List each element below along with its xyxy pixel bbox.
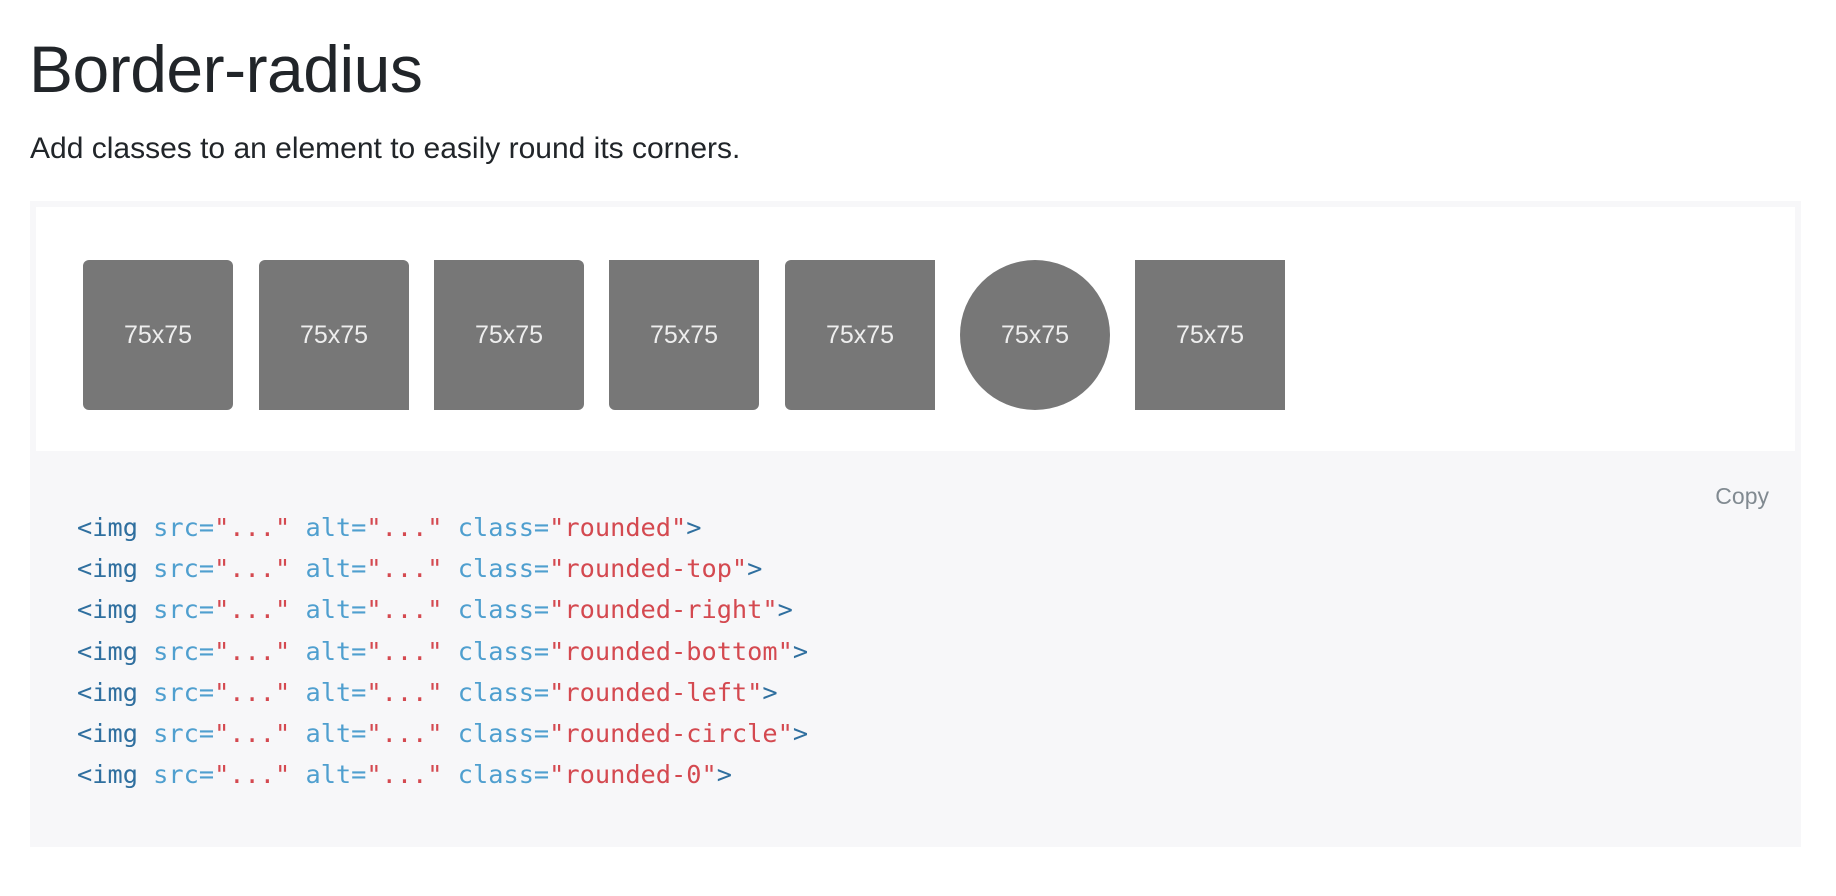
code-attr-src: src=: [137, 760, 215, 790]
code-tag-close: >: [777, 595, 793, 625]
code-tag-close: >: [792, 636, 809, 666]
code-val-class: "rounded-0": [549, 760, 717, 790]
code-line: <img src="..." alt="..." class="rounded-…: [77, 713, 808, 754]
thumbnail-rounded-0: 75x75: [1135, 260, 1285, 410]
thumbnail-rounded-bottom: 75x75: [609, 260, 759, 410]
code-attr-class: class=: [442, 554, 550, 584]
code-val-alt: "...": [366, 760, 443, 790]
code-tag-open: <img: [77, 595, 138, 625]
code-tag-close: >: [747, 554, 763, 584]
code-val-class: "rounded": [549, 513, 687, 542]
code-tag-open: <img: [77, 513, 138, 542]
code-attr-class: class=: [442, 718, 550, 748]
code-line: <img src="..." alt="..." class="rounded-…: [77, 548, 808, 589]
code-val-src: "...": [214, 677, 291, 707]
thumbnail-rounded: 75x75: [83, 260, 233, 410]
code-attr-class: class=: [442, 595, 550, 625]
code-val-class: "rounded-top": [549, 554, 748, 584]
code-val-class: "rounded-circle": [549, 718, 793, 748]
code-val-alt: "...": [366, 595, 443, 625]
code-attr-alt: alt=: [290, 554, 367, 584]
code-tag-open: <img: [77, 554, 138, 584]
code-val-class: "rounded-right": [549, 595, 778, 625]
code-attr-alt: alt=: [290, 513, 367, 542]
code-val-src: "...": [214, 595, 291, 625]
code-tag-open: <img: [77, 760, 138, 790]
code-attr-alt: alt=: [290, 718, 367, 748]
thumbnail-rounded-left: 75x75: [785, 260, 935, 410]
code-tag-close: >: [686, 513, 702, 542]
code-block: <img src="..." alt="..." class="rounded"…: [77, 507, 808, 795]
code-val-alt: "...": [366, 718, 443, 748]
code-val-alt: "...": [366, 554, 443, 584]
code-attr-class: class=: [442, 636, 550, 666]
code-attr-src: src=: [137, 513, 215, 542]
code-tag-close: >: [792, 718, 809, 748]
page-title: Border-radius: [29, 32, 423, 106]
code-val-alt: "...": [366, 636, 443, 666]
code-attr-alt: alt=: [290, 760, 367, 790]
code-line: <img src="..." alt="..." class="rounded-…: [77, 754, 808, 795]
code-attr-src: src=: [137, 554, 215, 584]
code-attr-src: src=: [137, 595, 215, 625]
code-val-class: "rounded-left": [549, 677, 763, 707]
code-line: <img src="..." alt="..." class="rounded-…: [77, 589, 808, 630]
code-attr-src: src=: [137, 718, 215, 748]
code-val-src: "...": [214, 513, 291, 542]
code-attr-class: class=: [442, 513, 550, 542]
copy-button[interactable]: Copy: [1715, 483, 1769, 510]
thumbnail-rounded-top: 75x75: [259, 260, 409, 410]
code-val-src: "...": [214, 718, 291, 748]
code-val-src: "...": [214, 760, 291, 790]
code-tag-open: <img: [77, 677, 138, 707]
thumbnail-rounded-circle: 75x75: [960, 260, 1110, 410]
code-panel: Copy <img src="..." alt="..." class="rou…: [30, 451, 1801, 847]
code-attr-src: src=: [137, 636, 215, 666]
code-attr-alt: alt=: [290, 677, 367, 707]
code-tag-open: <img: [77, 636, 138, 666]
example-panel: 75x75 75x75 75x75 75x75 75x75 75x75 75x7…: [30, 201, 1801, 451]
code-tag-close: >: [762, 677, 778, 707]
code-attr-class: class=: [442, 677, 550, 707]
lead-text: Add classes to an element to easily roun…: [30, 132, 741, 165]
code-line: <img src="..." alt="..." class="rounded-…: [77, 672, 808, 713]
thumbnail-rounded-right: 75x75: [434, 260, 584, 410]
code-tag-open: <img: [77, 718, 138, 748]
code-line: <img src="..." alt="..." class="rounded"…: [77, 507, 808, 548]
code-val-alt: "...": [366, 513, 443, 542]
code-attr-alt: alt=: [290, 595, 367, 625]
code-tag-close: >: [716, 760, 732, 790]
code-val-alt: "...": [366, 677, 443, 707]
code-attr-alt: alt=: [290, 636, 367, 666]
code-attr-src: src=: [137, 677, 215, 707]
code-val-src: "...": [214, 636, 291, 666]
code-line: <img src="..." alt="..." class="rounded-…: [77, 631, 808, 672]
code-val-src: "...": [214, 554, 291, 584]
code-attr-class: class=: [442, 760, 550, 790]
code-val-class: "rounded-bottom": [549, 636, 793, 666]
